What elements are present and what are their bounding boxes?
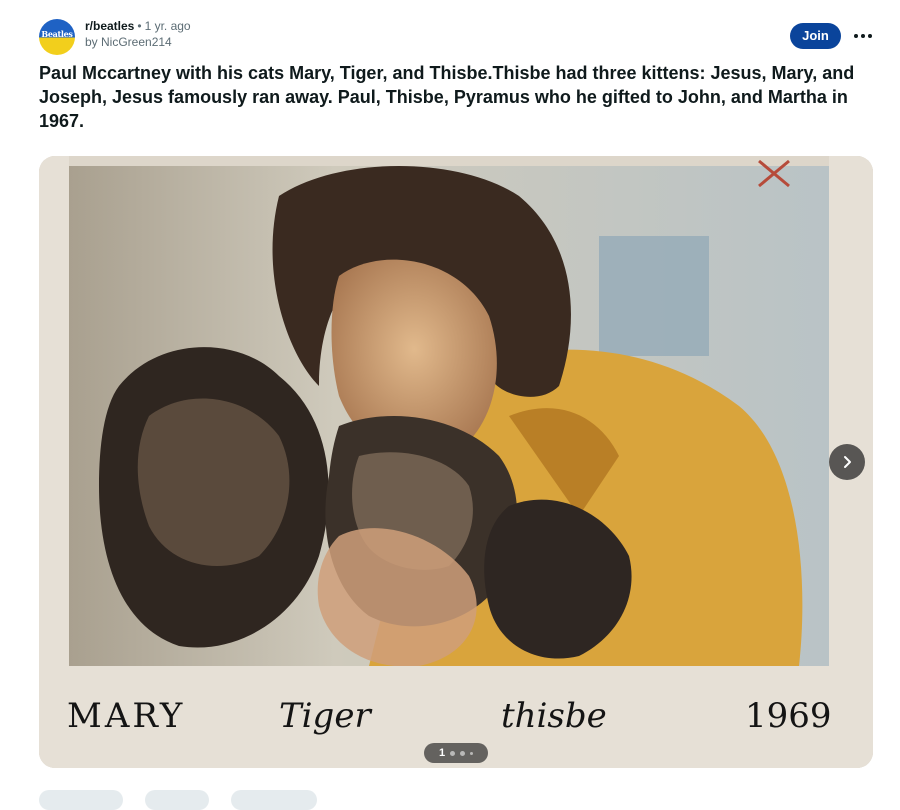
caption-word-tiger: Tiger — [279, 696, 371, 736]
author-link[interactable]: by NicGreen214 — [85, 34, 191, 50]
caption-word-year: 1969 — [745, 696, 832, 736]
photo-handwritten-caption: MARY Tiger thisbe 1969 — [67, 696, 867, 746]
pager-dot[interactable] — [460, 750, 466, 756]
post-age: 1 yr. ago — [144, 19, 191, 33]
carousel-pager: 1 — [424, 743, 488, 763]
post-header: Beatles r/beatles • 1 yr. ago by NicGreen2… — [39, 17, 879, 57]
caption-word-thisbe: thisbe — [501, 696, 607, 736]
pager-dot[interactable] — [470, 751, 474, 755]
post-image — [39, 156, 873, 768]
comments-button[interactable] — [145, 790, 209, 810]
meta-separator: • — [137, 19, 142, 33]
more-options-icon[interactable] — [848, 25, 878, 47]
post-card: Beatles r/beatles • 1 yr. ago by NicGreen2… — [0, 0, 900, 810]
post-media-carousel[interactable]: MARY Tiger thisbe 1969 1 — [39, 156, 873, 768]
chevron-right-icon[interactable] — [829, 444, 865, 480]
share-button[interactable] — [231, 790, 317, 810]
subreddit-avatar[interactable]: Beatles — [39, 19, 75, 55]
vote-button[interactable] — [39, 790, 123, 810]
caption-word-mary: MARY — [67, 696, 186, 736]
post-action-bar — [39, 790, 339, 810]
post-meta: r/beatles • 1 yr. ago by NicGreen214 — [85, 18, 191, 50]
join-button[interactable]: Join — [790, 23, 841, 49]
pager-current: 1 — [438, 747, 446, 759]
pager-dot[interactable] — [450, 750, 456, 756]
subreddit-avatar-logo: Beatles — [41, 29, 73, 39]
subreddit-link[interactable]: r/beatles — [85, 19, 134, 33]
post-title[interactable]: Paul Mccartney with his cats Mary, Tiger… — [39, 61, 874, 133]
